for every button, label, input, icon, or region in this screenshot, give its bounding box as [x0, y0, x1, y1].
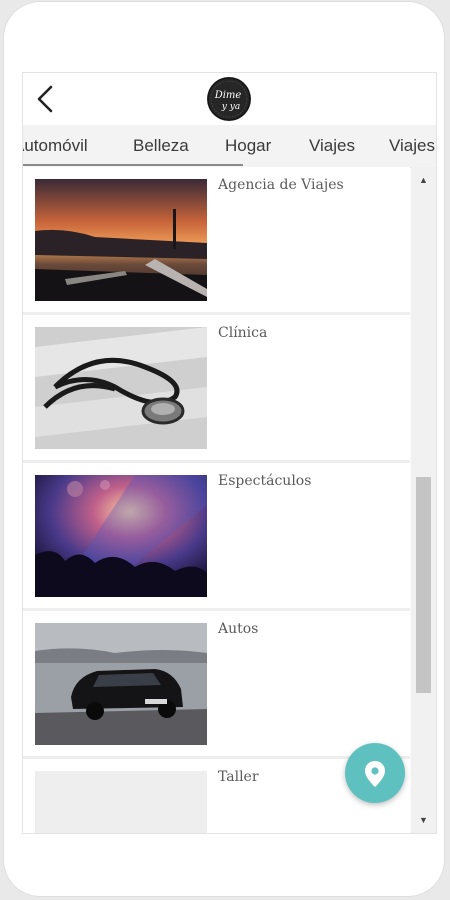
svg-text:Dime: Dime: [214, 90, 242, 101]
phone-frame: Dime y ya Automóvil Belleza Hogar Viajes…: [4, 2, 444, 896]
concert-crowd-photo: [35, 475, 207, 597]
tab-hogar[interactable]: Hogar: [225, 125, 271, 167]
back-button[interactable]: [31, 83, 61, 115]
black-car-photo: [35, 623, 207, 745]
chevron-left-icon: [37, 85, 53, 113]
vertical-scrollbar[interactable]: ▲ ▼: [411, 167, 436, 833]
sunset-airplane-photo: [35, 179, 207, 301]
tab-viajes-2[interactable]: Viajes: [389, 125, 435, 167]
scrollbar-thumb[interactable]: [416, 477, 431, 693]
tab-automovil[interactable]: Automóvil: [23, 125, 88, 167]
tab-belleza[interactable]: Belleza: [133, 125, 189, 167]
svg-text:y ya: y ya: [221, 102, 240, 112]
app-header: Dime y ya: [23, 73, 436, 125]
blank-photo: [35, 771, 207, 833]
list-item[interactable]: Clínica: [23, 315, 410, 460]
list-item-title: Clínica: [218, 325, 268, 341]
tab-viajes[interactable]: Viajes: [309, 125, 355, 167]
location-button[interactable]: [345, 743, 405, 803]
list-item-title: Espectáculos: [218, 473, 312, 489]
active-tab-indicator: [23, 164, 243, 166]
list-item-title: Taller: [218, 769, 259, 785]
category-tabs: Automóvil Belleza Hogar Viajes Viajes: [23, 125, 436, 168]
triangle-down-icon[interactable]: ▼: [411, 811, 436, 829]
list-item-title: Agencia de Viajes: [218, 177, 344, 193]
list-item[interactable]: Espectáculos: [23, 463, 410, 608]
app-screen: Dime y ya Automóvil Belleza Hogar Viajes…: [22, 72, 437, 834]
category-list: Agencia de Viajes Clínica Espectáculos A…: [23, 167, 410, 833]
stethoscope-photo: [35, 327, 207, 449]
location-pin-icon: [365, 761, 385, 787]
triangle-up-icon[interactable]: ▲: [411, 171, 436, 189]
list-item[interactable]: Agencia de Viajes: [23, 167, 410, 312]
brand-logo: Dime y ya: [207, 77, 251, 121]
list-item-title: Autos: [218, 621, 259, 637]
list-item[interactable]: Autos: [23, 611, 410, 756]
